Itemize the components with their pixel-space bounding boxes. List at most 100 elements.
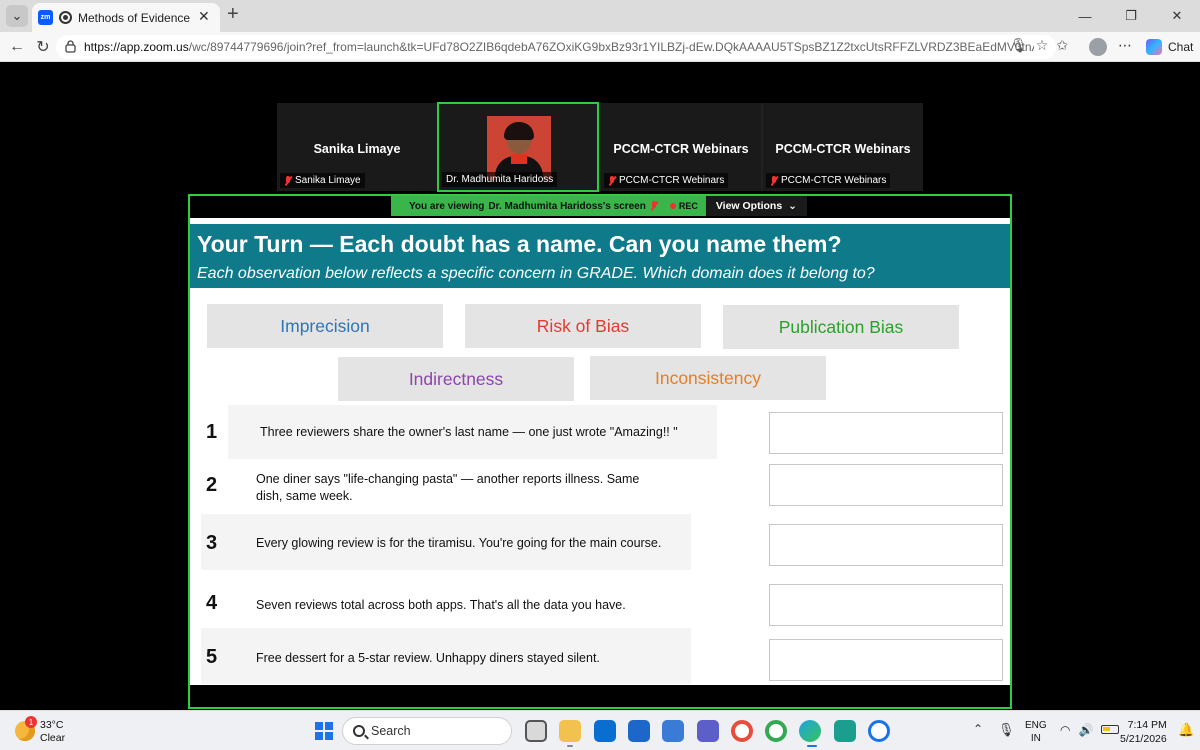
clock-date: 5/21/2026 xyxy=(1120,733,1167,745)
participant-label-text: Dr. Madhumita Haridoss xyxy=(446,174,554,185)
tab-close-icon[interactable]: ✕ xyxy=(198,8,210,25)
more-options-icon[interactable]: ⋯ xyxy=(1118,37,1132,54)
search-label: Search xyxy=(371,724,411,738)
minimize-icon[interactable]: — xyxy=(1062,0,1108,32)
domain-card-imprecision: Imprecision xyxy=(207,304,443,348)
taskbar-clock[interactable]: 7:14 PM 5/21/2026 xyxy=(1120,718,1167,746)
show-hidden-icons-chevron-icon[interactable]: ⌃ xyxy=(973,722,983,736)
teams-icon[interactable] xyxy=(697,720,719,742)
tab-actions-chevron-icon[interactable]: ⌄ xyxy=(6,5,28,27)
microphone-status-icon[interactable]: 🎙 xyxy=(998,722,1015,738)
answer-box[interactable] xyxy=(769,412,1003,454)
rec-label: REC xyxy=(678,201,698,211)
answer-box[interactable] xyxy=(769,639,1003,681)
answer-box[interactable] xyxy=(769,524,1003,566)
url-path: /wc/89744779696/join?ref_from=launch&tk=… xyxy=(188,40,1034,54)
observation-number: 4 xyxy=(206,592,218,614)
slide-subtitle: Each observation below reflects a specif… xyxy=(197,265,875,282)
weather-temperature[interactable]: 33°C xyxy=(40,719,63,731)
participant-tile[interactable]: PCCM-CTCR Webinars PCCM-CTCR Webinars xyxy=(763,103,923,191)
participant-label-text: PCCM-CTCR Webinars xyxy=(781,175,887,186)
chrome-icon[interactable] xyxy=(731,720,753,742)
chevron-down-icon: ⌄ xyxy=(788,200,797,212)
rec-badge: REC xyxy=(670,201,698,211)
system-tray-icons[interactable]: ◠ 🔊 xyxy=(1060,723,1120,737)
copilot-icon[interactable] xyxy=(1146,39,1162,55)
observation-text: Free dessert for a 5-star review. Unhapp… xyxy=(256,651,600,665)
url-text: https://app.zoom.us/wc/89744779696/join?… xyxy=(84,40,1034,54)
windows-start-icon[interactable] xyxy=(315,722,333,740)
viewing-prefix: You are viewing xyxy=(409,200,485,212)
url-field[interactable]: https://app.zoom.us/wc/89744779696/join?… xyxy=(56,35,1056,59)
grammarly-icon[interactable] xyxy=(868,720,890,742)
restore-icon[interactable]: ❐ xyxy=(1108,0,1154,32)
mic-muted-icon xyxy=(770,175,778,186)
microphone-icon[interactable]: 🎙 xyxy=(1010,37,1028,54)
favorites-list-icon[interactable]: ✩ xyxy=(1056,37,1068,54)
volume-icon: 🔊 xyxy=(1078,723,1094,737)
domain-label: Risk of Bias xyxy=(536,315,630,336)
new-tab-button[interactable]: + xyxy=(227,3,239,26)
site-info-icon[interactable] xyxy=(65,40,76,53)
input-language[interactable]: ENG IN xyxy=(1025,719,1047,745)
edge-icon[interactable] xyxy=(799,720,821,742)
participant-label: Sanika Limaye xyxy=(280,173,365,188)
mail-icon[interactable] xyxy=(628,720,650,742)
close-window-icon[interactable]: ✕ xyxy=(1154,0,1200,32)
back-button[interactable]: ← xyxy=(6,36,28,58)
participant-tile[interactable]: PCCM-CTCR Webinars PCCM-CTCR Webinars xyxy=(601,103,761,191)
browser-titlebar: ⌄ zm Methods of Evidence Synthesis ✕ + —… xyxy=(0,0,1200,32)
taskbar-search[interactable]: Search xyxy=(342,717,512,745)
lang-line-2: IN xyxy=(1030,733,1041,744)
observation-text: Seven reviews total across both apps. Th… xyxy=(256,598,626,612)
observation-text: Three reviewers share the owner's last n… xyxy=(260,425,678,439)
mic-muted-icon xyxy=(284,175,292,186)
domain-card-risk-of-bias: Risk of Bias xyxy=(465,304,701,348)
zoom-favicon-icon: zm xyxy=(38,10,53,25)
chrome-profile-icon[interactable] xyxy=(765,720,787,742)
participant-tile[interactable]: Sanika Limaye Sanika Limaye xyxy=(277,103,437,191)
observation-number: 3 xyxy=(206,532,218,554)
file-explorer-icon[interactable] xyxy=(559,720,581,742)
participant-video xyxy=(487,116,551,180)
outlook-classic-icon[interactable] xyxy=(662,720,684,742)
notification-bell-icon[interactable]: 🔔 xyxy=(1178,722,1194,738)
chat-button[interactable]: Chat xyxy=(1168,40,1193,54)
participant-label: Dr. Madhumita Haridoss xyxy=(442,172,558,187)
slide-title: Your Turn — Each doubt has a name. Can y… xyxy=(197,231,842,257)
search-icon xyxy=(353,725,365,737)
viewing-banner: You are viewing Dr. Madhumita Haridoss's… xyxy=(391,196,813,216)
sharepoint-icon[interactable] xyxy=(834,720,856,742)
observation-number: 1 xyxy=(206,421,218,443)
observation-text: Every glowing review is for the tiramisu… xyxy=(256,536,662,550)
observation-number: 5 xyxy=(206,646,218,668)
weather-condition[interactable]: Clear xyxy=(40,732,65,744)
participant-label: PCCM-CTCR Webinars xyxy=(604,173,729,188)
domain-label: Imprecision xyxy=(280,315,370,336)
viewing-name: Dr. Madhumita Haridoss's screen xyxy=(488,200,646,212)
viewing-status: You are viewing Dr. Madhumita Haridoss's… xyxy=(391,196,706,216)
view-options-button[interactable]: View Options ⌄ xyxy=(705,196,807,216)
browser-tab-active[interactable]: zm Methods of Evidence Synthesis ✕ xyxy=(32,3,220,32)
wifi-icon: ◠ xyxy=(1060,723,1071,737)
participant-label-text: Sanika Limaye xyxy=(295,175,361,186)
refresh-button[interactable]: ↻ xyxy=(32,36,54,58)
participant-label-text: PCCM-CTCR Webinars xyxy=(619,175,725,186)
recording-indicator-icon xyxy=(59,11,72,24)
domain-card-publication-bias: Publication Bias xyxy=(723,305,959,349)
task-view-icon[interactable] xyxy=(525,720,547,742)
participant-tile-active-speaker[interactable]: Dr. Madhumita Haridoss xyxy=(437,102,599,192)
slide-header: Your Turn — Each doubt has a name. Can y… xyxy=(190,224,1010,288)
profile-avatar[interactable] xyxy=(1089,38,1107,56)
answer-box[interactable] xyxy=(769,584,1003,626)
participant-label: PCCM-CTCR Webinars xyxy=(766,173,891,188)
answer-box[interactable] xyxy=(769,464,1003,506)
domain-label: Indirectness xyxy=(408,368,504,389)
favorite-star-icon[interactable]: ☆ xyxy=(1036,37,1049,54)
outlook-icon[interactable] xyxy=(594,720,616,742)
address-bar-actions: 🎙 ☆ ✩ xyxy=(1010,37,1068,54)
lang-line-1: ENG xyxy=(1025,720,1047,731)
domain-card-inconsistency: Inconsistency xyxy=(590,356,826,400)
observation-number: 2 xyxy=(206,474,218,496)
presentation-slide: Your Turn — Each doubt has a name. Can y… xyxy=(190,218,1010,685)
